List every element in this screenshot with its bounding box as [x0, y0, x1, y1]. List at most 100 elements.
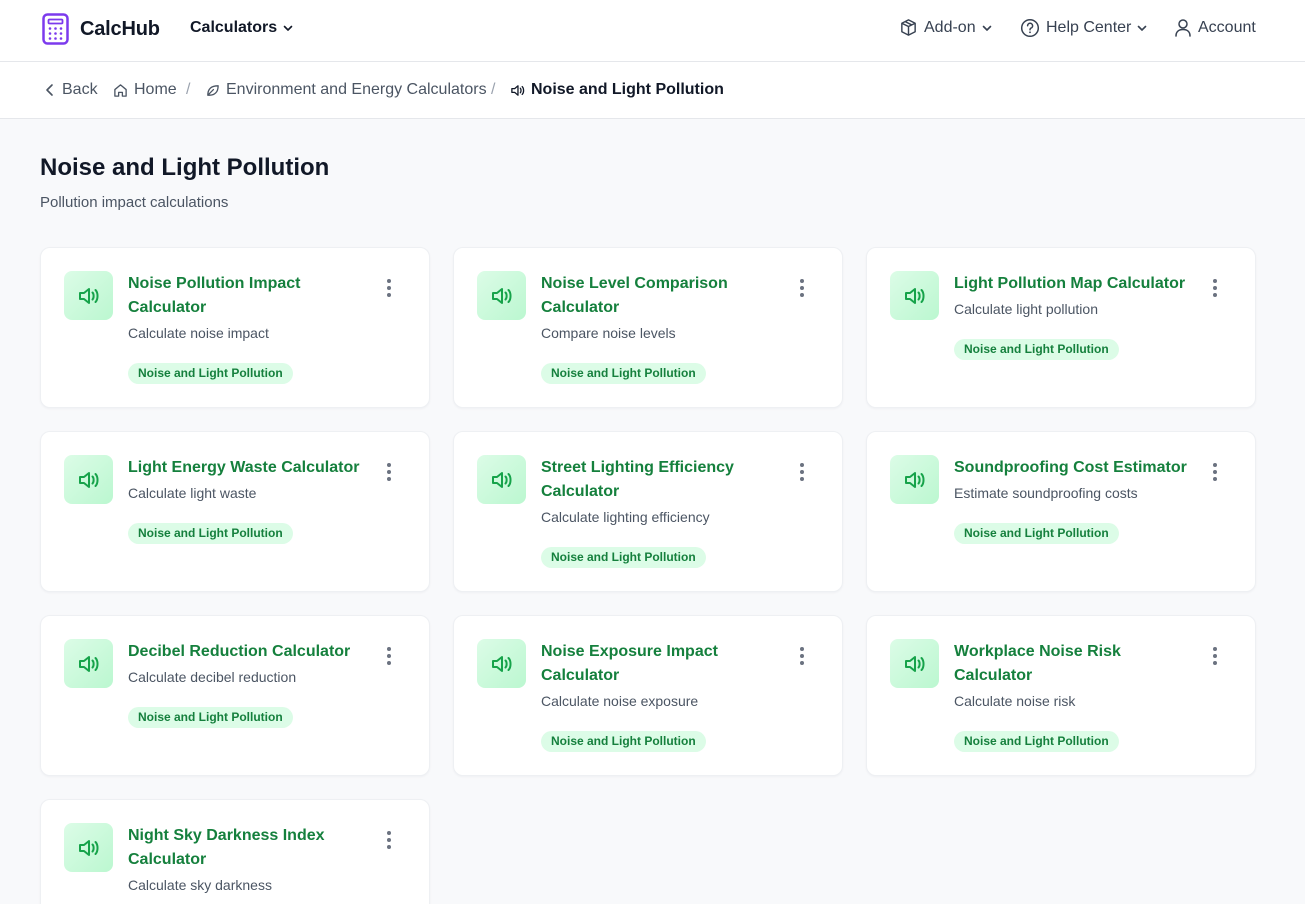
card-description: Calculate noise impact — [128, 325, 269, 341]
category-tag: Noise and Light Pollution — [541, 731, 706, 752]
card-description: Calculate decibel reduction — [128, 669, 297, 685]
card-icon-badge — [64, 455, 113, 504]
card-title[interactable]: Workplace Noise Risk Calculator — [954, 640, 1194, 688]
breadcrumb-home[interactable]: Home — [113, 81, 177, 99]
card-description: Calculate light pollution — [954, 301, 1098, 317]
card-description: Calculate lighting efficiency — [541, 509, 710, 525]
more-options-icon[interactable] — [1212, 463, 1218, 481]
home-icon — [114, 83, 127, 97]
chevron-left-icon — [46, 84, 53, 96]
breadcrumb-current-label: Noise and Light Pollution — [531, 81, 724, 98]
card-title[interactable]: Noise Level Comparison Calculator — [541, 272, 756, 320]
breadcrumb-current: Noise and Light Pollution — [510, 81, 724, 99]
user-icon — [1175, 19, 1191, 37]
chevron-down-icon — [283, 25, 293, 31]
card-title[interactable]: Noise Pollution Impact Calculator — [128, 272, 343, 320]
card-description: Estimate soundproofing costs — [954, 485, 1138, 501]
addon-label: Add-on — [924, 18, 976, 36]
category-tag: Noise and Light Pollution — [128, 363, 293, 384]
calculator-card[interactable]: Street Lighting Efficiency Calculator Cal… — [453, 431, 843, 592]
calculator-card[interactable]: Decibel Reduction Calculator Calculate de… — [40, 615, 430, 776]
category-tag: Noise and Light Pollution — [541, 547, 706, 568]
card-title[interactable]: Light Energy Waste Calculator — [128, 456, 368, 480]
more-options-icon[interactable] — [1212, 279, 1218, 297]
card-description: Compare noise levels — [541, 325, 676, 341]
calculators-menu[interactable]: Calculators — [190, 19, 293, 37]
more-options-icon[interactable] — [386, 647, 392, 665]
card-icon-badge — [477, 639, 526, 688]
calculator-card[interactable]: Soundproofing Cost Estimator Estimate sou… — [866, 431, 1256, 592]
more-options-icon[interactable] — [386, 463, 392, 481]
speaker-icon — [78, 839, 99, 856]
calculator-card[interactable]: Light Energy Waste Calculator Calculate l… — [40, 431, 430, 592]
category-tag: Noise and Light Pollution — [128, 707, 293, 728]
card-icon-badge — [890, 271, 939, 320]
speaker-icon — [491, 655, 512, 672]
chevron-down-icon — [982, 25, 991, 31]
card-description: Calculate noise exposure — [541, 693, 699, 709]
account-label: Account — [1198, 18, 1256, 36]
card-title[interactable]: Soundproofing Cost Estimator — [954, 456, 1194, 480]
calculator-card[interactable]: Noise Exposure Impact Calculator Calculat… — [453, 615, 843, 776]
account-menu[interactable]: Account — [1174, 18, 1256, 37]
calculator-logo-icon[interactable] — [42, 13, 69, 45]
page-subtitle: Pollution impact calculations — [40, 194, 229, 211]
speaker-icon — [491, 471, 512, 488]
speaker-icon — [511, 84, 525, 96]
page-title: Noise and Light Pollution — [40, 154, 330, 181]
card-description: Calculate sky darkness — [128, 877, 272, 893]
calculator-card[interactable]: Light Pollution Map Calculator Calculate … — [866, 247, 1256, 408]
leaf-icon — [207, 84, 219, 96]
back-link[interactable]: Back — [44, 81, 98, 99]
addon-menu[interactable]: Add-on — [899, 18, 992, 37]
help-center-menu[interactable]: Help Center — [1020, 18, 1147, 38]
more-options-icon[interactable] — [799, 279, 805, 297]
breadcrumb: Back Home / Environment and Energy Calcu… — [0, 62, 1305, 119]
card-icon-badge — [477, 271, 526, 320]
card-icon-badge — [477, 455, 526, 504]
card-description: Calculate noise risk — [954, 693, 1076, 709]
more-options-icon[interactable] — [799, 463, 805, 481]
more-options-icon[interactable] — [386, 831, 392, 849]
card-title[interactable]: Street Lighting Efficiency Calculator — [541, 456, 781, 504]
more-options-icon[interactable] — [799, 647, 805, 665]
more-options-icon[interactable] — [386, 279, 392, 297]
card-icon-badge — [64, 823, 113, 872]
brand-name[interactable]: CalcHub — [80, 18, 160, 41]
chevron-down-icon — [1138, 25, 1147, 31]
calculators-menu-label: Calculators — [190, 19, 278, 36]
calculator-card[interactable]: Workplace Noise Risk Calculator Calculate… — [866, 615, 1256, 776]
speaker-icon — [904, 287, 925, 304]
category-tag: Noise and Light Pollution — [954, 731, 1119, 752]
speaker-icon — [78, 655, 99, 672]
card-icon-badge — [890, 455, 939, 504]
card-icon-badge — [890, 639, 939, 688]
more-options-icon[interactable] — [1212, 647, 1218, 665]
category-tag: Noise and Light Pollution — [541, 363, 706, 384]
breadcrumb-separator: / — [186, 81, 191, 98]
package-icon — [901, 19, 916, 36]
breadcrumb-category-label: Environment and Energy Calculators — [226, 81, 487, 98]
breadcrumb-category[interactable]: Environment and Energy Calculators — [205, 81, 487, 99]
card-title[interactable]: Night Sky Darkness Index Calculator — [128, 824, 343, 872]
help-circle-icon — [1020, 18, 1040, 38]
speaker-icon — [78, 287, 99, 304]
calculator-card[interactable]: Noise Level Comparison Calculator Compare… — [453, 247, 843, 408]
help-center-label: Help Center — [1046, 19, 1132, 36]
category-tag: Noise and Light Pollution — [954, 339, 1119, 360]
card-description: Calculate light waste — [128, 485, 257, 501]
speaker-icon — [491, 287, 512, 304]
category-tag: Noise and Light Pollution — [128, 523, 293, 544]
card-title[interactable]: Noise Exposure Impact Calculator — [541, 640, 756, 688]
calculator-card[interactable]: Noise Pollution Impact Calculator Calcula… — [40, 247, 430, 408]
calculator-card[interactable]: Night Sky Darkness Index Calculator Calcu… — [40, 799, 430, 904]
back-label: Back — [62, 81, 98, 98]
category-tag: Noise and Light Pollution — [954, 523, 1119, 544]
breadcrumb-separator: / — [491, 81, 496, 98]
card-title[interactable]: Decibel Reduction Calculator — [128, 640, 368, 664]
top-navbar: CalcHub Calculators Add-on Help Center A… — [0, 0, 1305, 62]
card-title[interactable]: Light Pollution Map Calculator — [954, 272, 1194, 296]
card-icon-badge — [64, 271, 113, 320]
breadcrumb-home-label: Home — [134, 81, 177, 98]
card-icon-badge — [64, 639, 113, 688]
